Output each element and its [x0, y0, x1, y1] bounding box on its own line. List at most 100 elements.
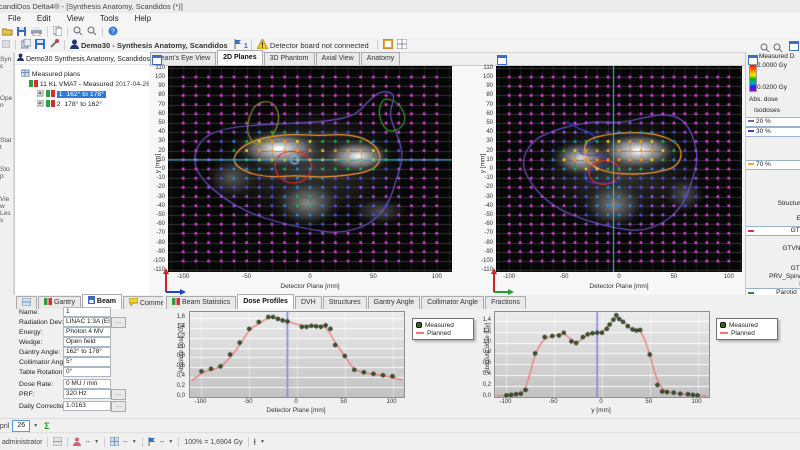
axis-tick-label: 80 [149, 92, 165, 98]
profile-right-canvas[interactable] [494, 311, 710, 398]
heatmap-right-canvas[interactable] [496, 66, 742, 272]
tree-node-beam-2[interactable]: 2 178° to 162° [37, 99, 102, 109]
view-less-button[interactable]: View Less [0, 196, 13, 224]
plot-window-icon[interactable] [497, 55, 507, 65]
dropdown-icon[interactable]: ▼ [132, 439, 137, 445]
axis-tick-label: 0,0 [474, 393, 491, 399]
field-value-input[interactable]: LINAC 1:3A (Elekt [63, 317, 111, 327]
dropdown-icon[interactable]: ▼ [168, 439, 173, 445]
axis-tick-label: 100 [425, 274, 449, 280]
dose-colorbar [749, 64, 757, 92]
panel-window-icon[interactable] [789, 41, 799, 51]
tab-dvh[interactable]: DVH [295, 296, 322, 309]
browse-button[interactable]: ... [111, 317, 126, 328]
field-label: PRF: [19, 390, 34, 399]
tab-anatomy[interactable]: Anatomy [361, 52, 401, 65]
day-input[interactable]: 26 [12, 420, 30, 432]
notebook-icon[interactable] [383, 39, 393, 51]
legend-planned: Planned [427, 330, 451, 337]
field-value-input[interactable]: 5° [63, 357, 111, 367]
tab-label: Beam Statistics [182, 299, 230, 306]
dropdown-icon[interactable]: ▼ [260, 439, 265, 445]
field-value-input[interactable]: 0 MU / min [63, 379, 111, 389]
profile-left-canvas[interactable] [189, 311, 405, 398]
table-filter-icon[interactable] [110, 437, 119, 448]
axis-tick-label: 30 [149, 138, 165, 144]
tab-2d-planes[interactable]: 2D Planes [217, 50, 262, 65]
tree-node-beam-1[interactable]: 1 162° to 178° [37, 89, 106, 99]
axis-tick-label: 90 [477, 83, 493, 89]
date-status-bar: april 26 ▼ Σ [0, 418, 800, 433]
axis-tick-label: 0,6 [168, 363, 185, 369]
tree-header-label: Demo30 Synthesis Anatomy, Scandidos [26, 56, 150, 63]
layers-icon[interactable] [21, 39, 31, 51]
heatmap-left-canvas[interactable] [168, 66, 452, 272]
open-button[interactable]: Open [0, 95, 13, 109]
field-value-input[interactable]: 0° [63, 367, 111, 377]
field-value-input[interactable]: 162° to 178° [63, 347, 111, 357]
tab-fractions[interactable]: Fractions [485, 296, 526, 309]
tree-node-measured-plans[interactable]: Measured plans [21, 69, 80, 79]
field-value-input[interactable]: 320 Hz [63, 389, 111, 399]
list-item[interactable]: PRV_Spinal [746, 273, 800, 281]
beam-label: 178° to 162° [64, 101, 102, 108]
list-item[interactable]: GTVN_ [746, 245, 800, 253]
field-value-input[interactable]: 1.0163 [63, 401, 111, 411]
tab-beam-statistics[interactable]: Beam Statistics [166, 296, 236, 309]
list-item[interactable]: GTV [746, 226, 800, 236]
field-value-input[interactable]: Photon 4 MV [63, 327, 111, 337]
tab-structures[interactable]: Structures [323, 296, 367, 309]
axis-tick-label: -90 [149, 249, 165, 255]
measured-dot-icon [720, 322, 726, 328]
plan-tree-panel: Demo30 Synthesis Anatomy, Scandidos Meas… [14, 52, 151, 296]
tab-dose-profiles[interactable]: Dose Profiles [237, 294, 294, 309]
tab-gantry-angle[interactable]: Gantry Angle [368, 296, 420, 309]
day-dropdown-icon[interactable]: ▼ [33, 423, 38, 429]
contour-color-icon [748, 120, 754, 122]
flag-filter-icon[interactable] [148, 437, 156, 448]
axis-tick-label: 10 [477, 157, 493, 163]
grid-icon[interactable] [397, 39, 407, 51]
list-item[interactable]: 20 % [746, 117, 800, 127]
save-session-icon[interactable] [35, 39, 45, 51]
svg-text:!: ! [261, 41, 264, 49]
pin-icon[interactable] [49, 39, 59, 51]
axis-tick-label: 20 [477, 148, 493, 154]
axis-tick-label: 70 [477, 102, 493, 108]
sync-button[interactable]: Sync [0, 56, 13, 70]
browse-button[interactable]: ... [111, 389, 126, 400]
stop-button[interactable]: Stop [0, 166, 13, 180]
dropdown-icon[interactable]: ▼ [94, 439, 99, 445]
list-item-label: 30 % [756, 128, 771, 135]
tab-3d-phantom[interactable]: 3D Phantom [264, 52, 315, 65]
list-item[interactable]: GTV [746, 265, 800, 273]
planned-line-icon [416, 332, 424, 334]
axis-tick-label: 0,2 [168, 383, 185, 389]
list-item-label: GTV [791, 265, 800, 272]
plot-window-icon[interactable] [152, 55, 162, 65]
profile-tabs: Beam Statistics Dose Profiles DVH Struct… [166, 296, 527, 309]
list-item[interactable]: 30 % [746, 127, 800, 137]
text-cursor-icon[interactable]: Ɨ [254, 437, 257, 447]
browse-button[interactable]: ... [111, 401, 126, 412]
list-item[interactable]: 70 % [746, 160, 800, 170]
field-value-input[interactable]: Open field [63, 337, 111, 347]
field-value-input[interactable]: 1 [63, 307, 111, 317]
profile-right-yticks: 0,00,20,40,60,81,01,21,4 [474, 311, 492, 396]
tab-axial-view[interactable]: Axial View [316, 52, 360, 65]
tree-node-plan[interactable]: 11 KL VMAT - Measured 2017-04-26 19:09 [29, 79, 169, 89]
sum-icon[interactable]: Σ [44, 421, 49, 431]
panel-icon[interactable] [2, 40, 10, 50]
axis-tick-label: 70 [149, 102, 165, 108]
tab-collimator-angle[interactable]: Collimator Angle [421, 296, 484, 309]
field-label: Radiation Dev: [19, 318, 64, 327]
heatmap-left-yticks: 1101009080706050403020100-10-20-30-40-50… [149, 66, 166, 272]
menu-help[interactable]: Help [127, 13, 159, 25]
user-filter-icon[interactable] [73, 437, 81, 448]
field-label: Name: [19, 308, 39, 317]
panel-toggle-icon[interactable] [53, 437, 62, 448]
axis-tick-label: -70 [149, 230, 165, 236]
field-label: Table Rotation: [19, 368, 64, 377]
start-button[interactable]: Start [0, 137, 13, 151]
axis-tick-label: 0 [284, 399, 308, 405]
